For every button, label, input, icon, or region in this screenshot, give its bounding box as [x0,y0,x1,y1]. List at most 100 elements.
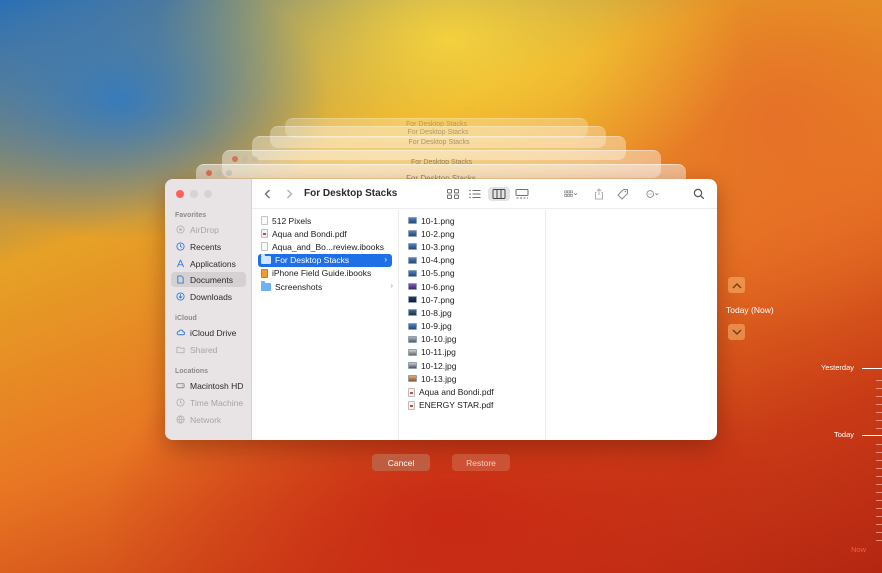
later-button[interactable] [728,324,745,340]
book-icon [261,268,268,278]
chevron-left-icon [264,189,270,199]
list-item[interactable]: 10-7.png [399,293,545,306]
restore-button[interactable]: Restore [452,454,510,471]
favorites-heading: Favorites [175,212,207,219]
sidebar-item-label: Applications [190,258,236,269]
timeline-tick [876,540,882,541]
list-item[interactable]: Aqua and Bondi.pdf [399,385,545,398]
list-item[interactable]: 10-13.jpg [399,372,545,385]
timeline-tick [876,420,882,421]
list-item[interactable]: 10-1.png [399,214,545,227]
timeline-tick [876,468,882,469]
timeline-tick [876,404,882,405]
list-item[interactable]: Aqua_and_Bo...review.ibooks [252,240,398,253]
cancel-button[interactable]: Cancel [372,454,430,471]
list-item[interactable]: 10-12.jpg [399,359,545,372]
image-icon [408,296,417,304]
list-item-label: Aqua_and_Bo...review.ibooks [272,241,384,252]
list-item-label: Aqua and Bondi.pdf [419,387,494,398]
list-item[interactable]: 10-2.png [399,227,545,240]
list-item-label: ENERGY STAR.pdf [419,400,494,411]
sidebar-item-shared[interactable]: Shared [171,342,246,357]
finder-window: Favorites AirDrop Recents Applications D… [165,179,717,440]
applications-icon [176,259,185,268]
list-item-label: For Desktop Stacks [275,255,350,266]
sidebar-item-airdrop[interactable]: AirDrop [171,222,246,237]
sidebar-item-recents[interactable]: Recents [171,239,246,254]
airdrop-icon [176,225,185,234]
timeline-label-yesterday[interactable]: Yesterday [821,363,854,372]
list-item[interactable]: 10-11.jpg [399,346,545,359]
sidebar-item-label: Macintosh HD [190,380,244,391]
group-grid-icon [564,190,578,197]
timeline-tick [876,500,882,501]
icon-view-button[interactable] [445,187,461,201]
timeline-label-today[interactable]: Today [834,430,854,439]
list-item[interactable]: 10-9.jpg [399,320,545,333]
sidebar-item-macintosh-hd[interactable]: Macintosh HD [171,378,246,393]
list-view-button[interactable] [467,187,483,201]
image-icon [408,243,417,251]
list-item-label: 10-8.jpg [421,307,452,318]
sidebar: Favorites AirDrop Recents Applications D… [165,179,252,440]
forward-button[interactable] [283,187,295,201]
image-icon [408,322,417,330]
share-button[interactable] [592,187,606,201]
sidebar-item-network[interactable]: Network [171,412,246,427]
timeline-tick-yesterday [862,368,882,369]
search-icon [693,188,705,200]
chevron-down-icon [732,329,741,335]
sidebar-item-downloads[interactable]: Downloads [171,289,246,304]
list-item[interactable]: 10-10.jpg [399,333,545,346]
column-view-button[interactable] [488,187,510,201]
list-item[interactable]: 512 Pixels [252,214,398,227]
timeline-tick-today [862,435,882,436]
list-item-for-desktop-stacks[interactable]: For Desktop Stacks › [258,253,392,267]
list-item[interactable]: 10-5.png [399,267,545,280]
timeline-tick [876,380,882,381]
close-button[interactable] [176,190,184,198]
gallery-view-icon [515,189,529,199]
list-item[interactable]: 10-8.jpg [399,306,545,319]
earlier-button[interactable] [728,277,745,293]
list-item[interactable]: Aqua and Bondi.pdf [252,227,398,240]
timeline-tick [876,388,882,389]
list-item[interactable]: 10-3.png [399,240,545,253]
sidebar-item-documents[interactable]: Documents [171,272,246,287]
sidebar-item-icloud-drive[interactable]: iCloud Drive [171,325,246,340]
sidebar-item-applications[interactable]: Applications [171,256,246,271]
list-item-screenshots[interactable]: Screenshots › [252,280,398,293]
chevron-up-icon [732,282,741,288]
tag-button[interactable] [616,187,630,201]
timeline-tick [876,428,882,429]
list-item[interactable]: ENERGY STAR.pdf [399,399,545,412]
list-item[interactable]: iPhone Field Guide.ibooks [252,267,398,280]
search-button[interactable] [692,187,706,201]
image-icon [408,283,417,291]
ellipsis-circle-icon [646,190,659,198]
ghost-window-title: For Desktop Stacks [408,139,470,146]
image-icon [408,362,417,370]
window-title: For Desktop Stacks [304,188,398,199]
image-icon [408,375,417,383]
image-icon [408,230,417,238]
more-actions-button[interactable] [641,187,665,201]
list-item[interactable]: 10-6.png [399,280,545,293]
sidebar-item-label: Documents [190,274,233,285]
locations-heading: Locations [175,368,209,375]
image-icon [408,217,417,225]
sidebar-item-time-machine[interactable]: Time Machine [171,395,246,410]
list-item-label: 10-1.png [421,215,455,226]
minimize-button[interactable] [190,190,198,198]
list-item[interactable]: 10-4.png [399,254,545,267]
zoom-button[interactable] [204,190,212,198]
network-icon [176,415,185,424]
image-icon [408,269,417,277]
group-button[interactable] [559,187,583,201]
timeline-label-now[interactable]: Now [851,545,866,554]
pdf-icon [261,229,268,239]
back-button[interactable] [262,187,274,201]
gallery-view-button[interactable] [514,187,530,201]
timeline-tick [876,412,882,413]
download-icon [176,292,185,301]
